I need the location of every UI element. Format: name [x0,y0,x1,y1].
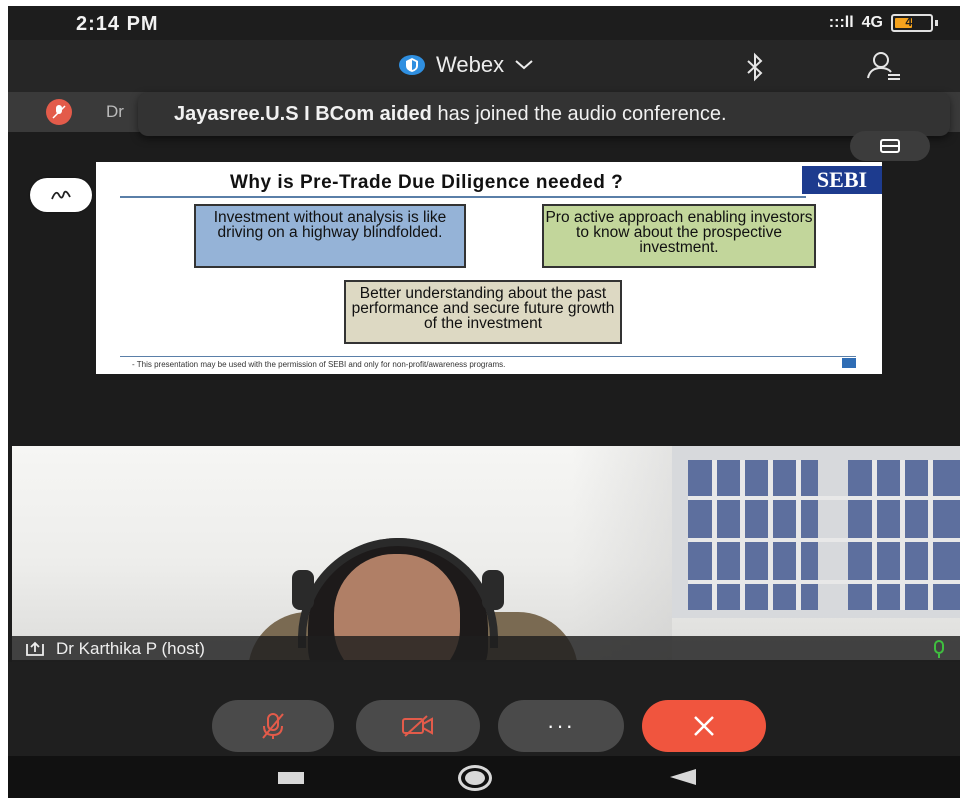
video-off-icon [402,715,433,737]
shield-icon [399,55,425,75]
slide-title: Why is Pre-Trade Due Diligence needed ? [230,172,624,193]
signal-icon: :::ll [828,14,854,31]
more-options-button[interactable]: ··· [498,700,624,752]
back-button[interactable] [670,769,696,785]
home-icon [465,771,485,785]
headset-ear-right [482,570,504,610]
end-call-button[interactable] [642,700,766,752]
status-time: 2:14 PM [76,13,159,35]
participant-name: Dr Karthika P (host) [56,639,205,658]
system-nav-bar [8,756,960,798]
battery-icon: 44 [891,14,933,32]
wall-shadow [572,446,672,660]
end-call-icon [694,716,714,736]
join-notification-toast: Jayasree.U.S I BCom aided has joined the… [138,92,950,136]
toast-message: has joined the audio conference. [431,103,727,125]
participant-name-bar: Dr Karthika P (host) [12,636,960,662]
meeting-title-button[interactable]: Webex [398,52,534,78]
participants-icon[interactable] [866,50,902,82]
video-toggle-button[interactable] [356,700,480,752]
status-bar: 2:14 PM :::ll 4G 44 [8,6,960,40]
shared-slide: Why is Pre-Trade Due Diligence needed ? … [96,162,882,374]
recents-button[interactable] [278,772,304,784]
call-controls: ··· [8,662,960,762]
slide-footer: - This presentation may be used with the… [132,360,506,369]
layout-toggle-button[interactable] [850,131,930,161]
toast-participant-name: Jayasree.U.S I BCom aided [174,103,432,125]
layout-icon [880,139,900,153]
headset [298,538,498,648]
mute-button[interactable] [212,700,334,752]
sebi-logo: SEBI [802,166,882,194]
slide-box-analysis: Investment without analysis is like driv… [194,204,466,268]
annotate-button[interactable] [30,178,92,212]
slide-footer-divider [120,356,856,357]
share-screen-icon[interactable] [24,640,46,658]
phone-screen: 2:14 PM :::ll 4G 44 Webex Dr Jayasree.U.… [8,6,960,798]
battery-tip [935,20,938,26]
app-header: Webex [8,40,960,92]
strip-speaker-name: Dr [106,102,124,121]
mic-muted-icon [262,713,284,739]
slide-badge-icon [842,358,856,368]
chevron-down-icon [515,60,533,70]
network-label: 4G [861,14,883,31]
headset-ear-left [292,570,314,610]
slide-box-understanding: Better understanding about the past perf… [344,280,622,344]
slide-box-proactive: Pro active approach enabling investors t… [542,204,816,268]
app-name: Webex [436,52,505,77]
slide-divider [120,196,806,198]
participant-video[interactable] [12,446,960,660]
status-indicators: :::ll 4G 44 [829,14,938,32]
bluetooth-icon[interactable] [743,52,767,82]
mic-muted-icon [46,99,72,125]
battery-level: 44 [905,15,919,29]
more-icon: ··· [547,713,575,738]
annotate-pen-icon [51,190,71,200]
window-background [672,446,960,618]
mic-active-icon [934,640,944,658]
home-button[interactable] [458,765,492,791]
